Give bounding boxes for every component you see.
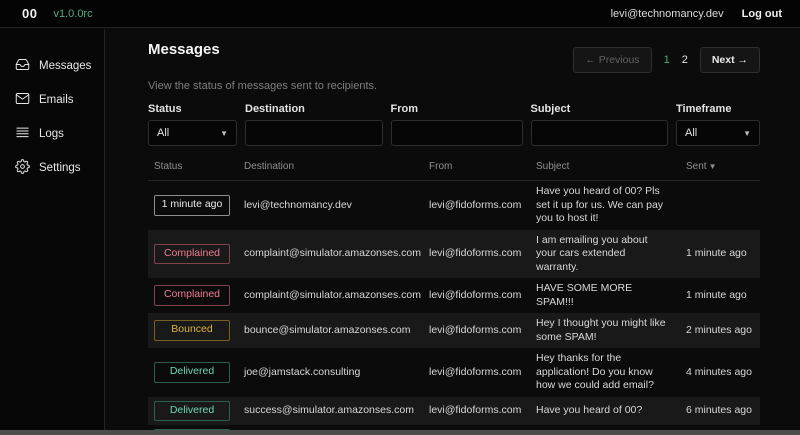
status-badge: 1 minute ago <box>154 195 230 216</box>
page-numbers: 1 2 <box>664 54 688 66</box>
subject-filter-label: Subject <box>531 103 669 115</box>
from-cell: levi@fidoforms.com <box>423 366 530 380</box>
sidebar-item-label: Messages <box>39 60 91 72</box>
inbox-icon <box>15 57 30 75</box>
subject-cell: Hey I thought you might like some SPAM! <box>530 317 680 344</box>
table-row[interactable]: Delivered success@simulator.amazonses.co… <box>148 397 760 426</box>
destination-cell: success@simulator.amazonses.com <box>238 404 423 418</box>
from-cell: levi@fidoforms.com <box>423 199 530 213</box>
page-title: Messages <box>148 41 220 58</box>
pagination: ← Previous 1 2 Next → <box>573 47 760 73</box>
app-logo: 00 <box>22 6 37 21</box>
destination-filter-input[interactable] <box>245 120 383 146</box>
topbar: 00 v1.0.0rc levi@technomancy.dev Log out <box>0 0 800 28</box>
table-row[interactable]: Bounced bounce@simulator.amazonses.com l… <box>148 313 760 348</box>
page-number-1[interactable]: 1 <box>664 54 670 66</box>
sidebar-item-label: Logs <box>39 128 64 140</box>
status-badge: Bounced <box>154 320 230 341</box>
column-header-status[interactable]: Status <box>148 161 238 172</box>
from-filter-input[interactable] <box>391 120 523 146</box>
page-number-2[interactable]: 2 <box>682 54 688 66</box>
status-filter-select[interactable]: All ▼ <box>148 120 237 146</box>
from-cell: levi@fidoforms.com <box>423 289 530 303</box>
destination-cell: complaint@simulator.amazonses.com <box>238 247 423 261</box>
sidebar-item-messages[interactable]: Messages <box>0 51 104 81</box>
horizontal-scrollbar[interactable] <box>0 430 800 435</box>
from-cell: levi@fidoforms.com <box>423 404 530 418</box>
sidebar-item-label: Settings <box>39 162 81 174</box>
destination-cell: joe@jamstack.consulting <box>238 366 423 380</box>
table-header: Status Destination From Subject Sent▼ <box>148 159 760 181</box>
subject-cell: HAVE SOME MORE SPAM!!! <box>530 282 680 309</box>
filters-bar: Status All ▼ Destination From Subject Ti… <box>148 103 760 146</box>
destination-cell: complaint@simulator.amazonses.com <box>238 289 423 303</box>
table-row[interactable]: Complained complaint@simulator.amazonses… <box>148 230 760 279</box>
from-filter-label: From <box>391 103 523 115</box>
destination-cell: bounce@simulator.amazonses.com <box>238 324 423 338</box>
envelope-icon <box>15 91 30 109</box>
column-header-destination[interactable]: Destination <box>238 161 423 172</box>
column-header-from[interactable]: From <box>423 161 530 172</box>
table-row[interactable]: 1 minute ago levi@technomancy.dev levi@f… <box>148 181 760 230</box>
user-email: levi@technomancy.dev <box>611 8 724 20</box>
sent-cell: 6 minutes ago <box>680 404 760 418</box>
table-row[interactable]: Complained complaint@simulator.amazonses… <box>148 278 760 313</box>
subject-cell: Have you heard of 00? <box>530 404 680 418</box>
status-filter-value: All <box>157 127 169 139</box>
timeframe-filter-label: Timeframe <box>676 103 760 115</box>
sidebar-item-emails[interactable]: Emails <box>0 85 104 115</box>
destination-cell: levi@technomancy.dev <box>238 199 423 213</box>
logout-button[interactable]: Log out <box>742 8 782 20</box>
sent-cell: 2 minutes ago <box>680 324 760 338</box>
version-badge: v1.0.0rc <box>53 8 92 20</box>
from-cell: levi@fidoforms.com <box>423 247 530 261</box>
subject-filter-input[interactable] <box>531 120 669 146</box>
sidebar-item-settings[interactable]: Settings <box>0 153 104 183</box>
timeframe-filter-value: All <box>685 127 697 139</box>
sort-desc-icon: ▼ <box>709 162 717 171</box>
previous-page-button[interactable]: ← Previous <box>573 47 651 73</box>
main-content: Messages ← Previous 1 2 Next → View the … <box>106 29 800 430</box>
messages-table: Status Destination From Subject Sent▼ 1 … <box>148 159 760 435</box>
sent-cell: 1 minute ago <box>680 247 760 261</box>
sidebar-item-label: Emails <box>39 94 74 106</box>
status-badge: Complained <box>154 244 230 265</box>
column-header-subject[interactable]: Subject <box>530 161 680 172</box>
subject-cell: Have you heard of 00? Pls set it up for … <box>530 185 680 226</box>
sidebar: Messages Emails Logs Settings <box>0 29 105 430</box>
from-cell: levi@fidoforms.com <box>423 324 530 338</box>
sidebar-item-logs[interactable]: Logs <box>0 119 104 149</box>
page-subtitle: View the status of messages sent to reci… <box>148 80 760 92</box>
sent-cell: 4 minutes ago <box>680 366 760 380</box>
table-body: 1 minute ago levi@technomancy.dev levi@f… <box>148 181 760 435</box>
status-filter-label: Status <box>148 103 237 115</box>
status-badge: Complained <box>154 285 230 306</box>
subject-cell: I am emailing you about your cars extend… <box>530 234 680 275</box>
next-page-button[interactable]: Next → <box>700 47 760 73</box>
timeframe-filter-select[interactable]: All ▼ <box>676 120 760 146</box>
chevron-down-icon: ▼ <box>220 129 228 138</box>
status-badge: Delivered <box>154 401 230 422</box>
chevron-down-icon: ▼ <box>743 129 751 138</box>
sent-cell: 1 minute ago <box>680 289 760 303</box>
column-header-sent[interactable]: Sent▼ <box>680 161 760 172</box>
table-row[interactable]: Delivered joe@jamstack.consulting levi@f… <box>148 348 760 397</box>
logs-icon <box>15 125 30 143</box>
subject-cell: Hey thanks for the application! Do you k… <box>530 352 680 393</box>
destination-filter-label: Destination <box>245 103 383 115</box>
status-badge: Delivered <box>154 362 230 383</box>
gear-icon <box>15 159 30 177</box>
